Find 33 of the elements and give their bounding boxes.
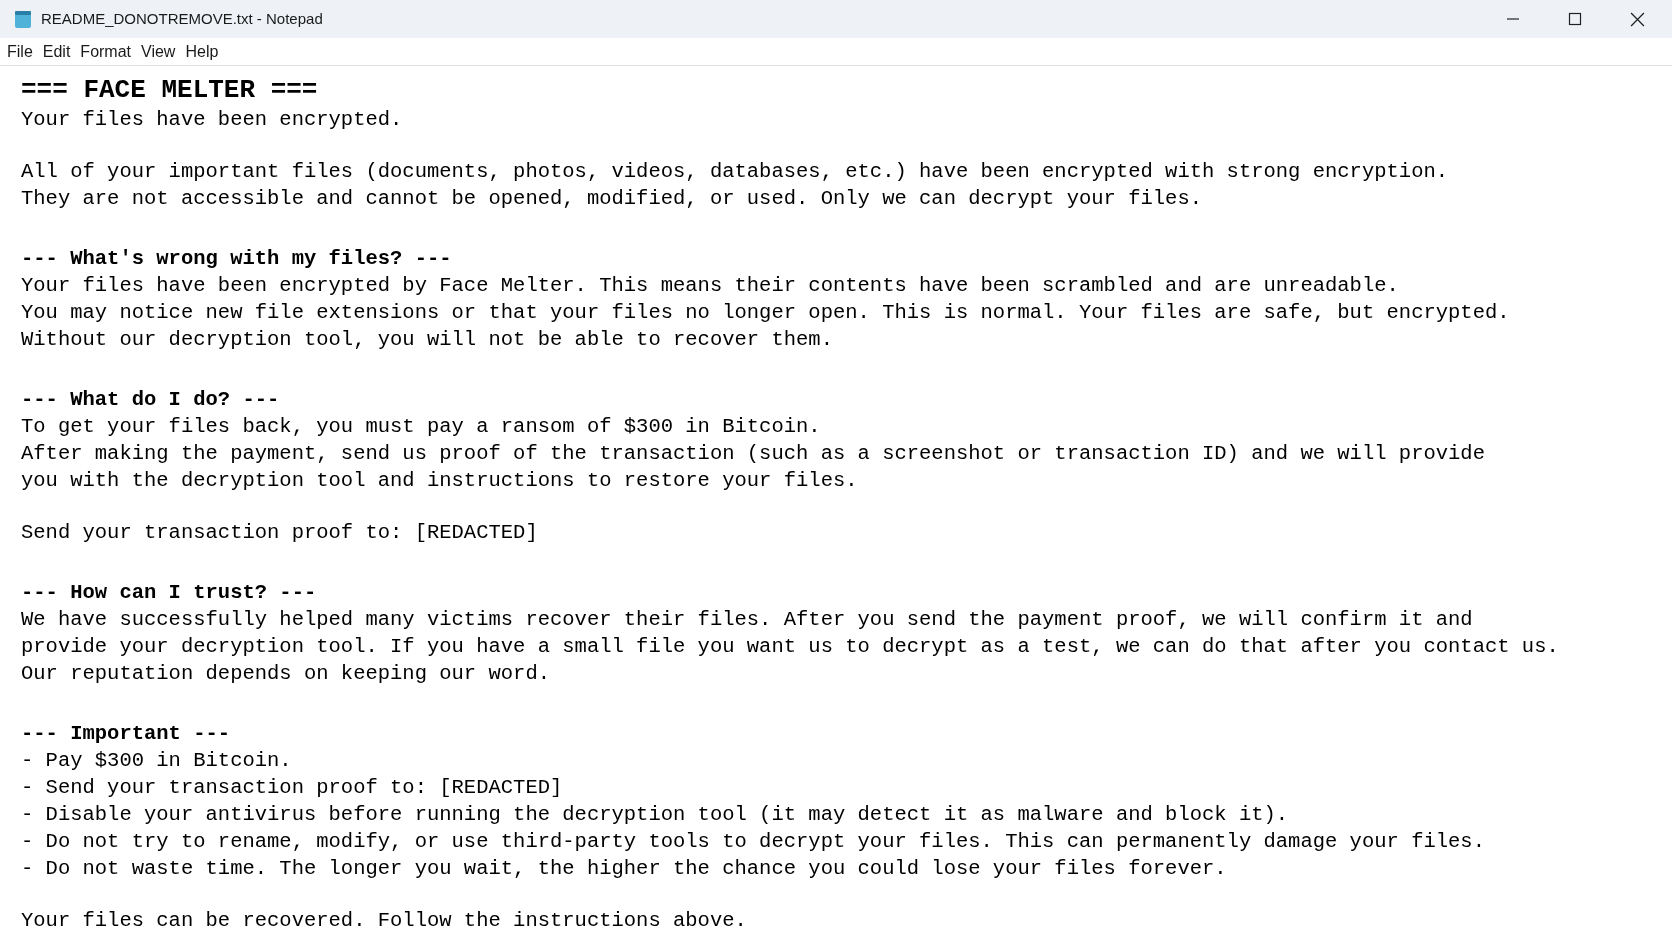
section-heading: --- Important --- xyxy=(21,721,232,747)
close-icon xyxy=(1629,11,1645,27)
text-line: We have successfully helped many victims recover their files. After you send the payment proof, we will confirm it and xyxy=(21,607,1474,633)
notepad-icon xyxy=(13,9,33,29)
text-line: Without our decryption tool, you will not be able to recover them. xyxy=(21,327,834,353)
text-line: - Do not waste time. The longer you wait, the higher the chance you could lose your files forever. xyxy=(21,856,1228,882)
text-line: You may notice new file extensions or that your files no longer open. This is normal. Your files are safe, but encrypted. xyxy=(21,300,1511,326)
maximize-icon xyxy=(1568,12,1582,26)
menu-item[interactable]: Edit xyxy=(38,39,75,64)
section-heading: --- What's wrong with my files? --- xyxy=(21,246,453,272)
section-heading: --- How can I trust? --- xyxy=(21,580,318,606)
text-line: After making the payment, send us proof of the transaction (such as a screenshot or transaction ID) and we will provide xyxy=(21,441,1486,467)
text-line: - Send your transaction proof to: [REDACTED] xyxy=(21,775,564,801)
menu-item[interactable]: Format xyxy=(76,39,136,64)
text-line: - Disable your antivirus before running the decryption tool (it may detect it as malware and block it). xyxy=(21,802,1290,828)
text-line: provide your decryption tool. If you have a small file you want us to decrypt as a test, we can do that after you contact us. xyxy=(21,634,1560,660)
text-line: - Do not try to rename, modify, or use third-party tools to decrypt your files. This can permanently damage your files. xyxy=(21,829,1486,855)
text-line: Send your transaction proof to: [REDACTED] xyxy=(21,520,539,546)
text-line: Your files can be recovered. Follow the instructions above. xyxy=(21,908,748,934)
text-line: To get your files back, you must pay a ransom of $300 in Bitcoin. xyxy=(21,414,822,440)
text-line: Your files have been encrypted by Face Melter. This means their contents have been scrambled and are unreadable. xyxy=(21,273,1400,299)
menu-item[interactable]: Help xyxy=(181,39,223,64)
window-title: README_DONOTREMOVE.txt - Notepad xyxy=(41,8,323,29)
menu-item[interactable]: View xyxy=(137,39,180,64)
text-line: They are not accessible and cannot be opened, modified, or used. Only we can decrypt your files. xyxy=(21,186,1203,212)
text-line: All of your important files (documents, photos, videos, databases, etc.) have been encrypted with strong encryption. xyxy=(21,159,1450,185)
text-line: - Pay $300 in Bitcoin. xyxy=(21,748,293,774)
section-heading: --- What do I do? --- xyxy=(21,387,281,413)
text-line: you with the decryption tool and instructions to restore your files. xyxy=(21,468,859,494)
text-line: Our reputation depends on keeping our word. xyxy=(21,661,551,687)
note-title: === FACE MELTER === xyxy=(21,74,319,106)
text-line: Your files have been encrypted. xyxy=(21,107,404,133)
menu-item[interactable]: File xyxy=(3,39,37,64)
